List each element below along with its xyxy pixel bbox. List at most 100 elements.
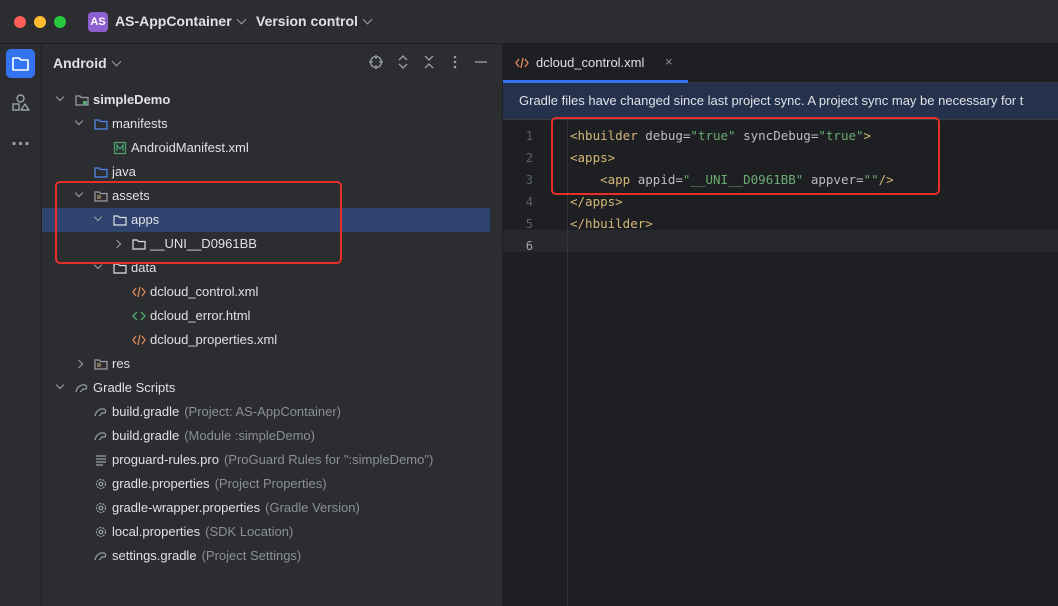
tree-node-proguard[interactable]: proguard-rules.pro (ProGuard Rules for ":… [42,448,490,472]
project-view-label: Android [53,55,107,71]
tree-label: Gradle Scripts [93,380,176,395]
tree-node-build-gradle-module[interactable]: build.gradle (Module :simpleDemo) [42,424,490,448]
code-token: </apps> [570,194,623,209]
close-icon[interactable]: × [665,54,673,69]
gradle-sync-message: Gradle files have changed since last pro… [519,93,1024,108]
tree-label: AndroidManifest.xml [131,140,249,155]
project-badge[interactable]: AS [88,12,108,32]
text-file-icon [96,455,106,466]
tree-node-manifests[interactable]: manifests [42,112,490,136]
line-number: 2 [525,151,533,165]
gradle-icon [75,384,88,393]
tree-hint: (Module :simpleDemo) [184,428,315,443]
tree-label: dcloud_error.html [150,308,251,323]
tree-label: manifests [112,116,168,131]
collapse-icon[interactable] [421,54,437,70]
structure-tool-button[interactable] [6,89,35,118]
folder-icon [12,57,29,71]
tree-node-androidmanifest[interactable]: AndroidManifest.xml [42,136,490,160]
gradle-icon [94,552,107,561]
line-number: 1 [525,129,533,143]
tree-node-gradle-scripts[interactable]: Gradle Scripts [42,376,490,400]
zoom-window-button[interactable] [54,16,66,28]
tree-hint: (SDK Location) [205,524,294,539]
tree-label: dcloud_properties.xml [150,332,278,347]
tree-hint: (Project Properties) [214,476,327,491]
version-control-label: Version control [256,13,358,29]
editor-tab-bar: dcloud_control.xml × [503,44,1058,83]
chevron-down-icon [362,14,373,25]
tree-node-gradle-wrapper[interactable]: gradle-wrapper.properties (Gradle Version… [42,496,490,520]
expand-icon[interactable] [395,54,411,70]
folder-icon [94,119,108,130]
chevron-down-icon[interactable] [74,116,84,126]
shapes-icon [12,94,30,111]
module-folder-icon [75,95,89,106]
tree-label: res [112,356,131,371]
project-tool-button[interactable] [6,49,35,78]
project-selector[interactable]: AS-AppContainer [115,13,247,29]
xml-file-icon [515,57,529,69]
tool-window-strip [0,44,42,606]
chevron-down-icon [111,56,122,67]
xml-file-icon [132,286,146,298]
tree-label: build.gradle [112,428,180,443]
chevron-down-icon[interactable] [55,380,65,390]
tree-node-res[interactable]: res [42,352,490,376]
code-line[interactable]: </apps> [570,194,623,209]
line-number: 5 [525,217,533,231]
tree-node-gradle-properties[interactable]: gradle.properties (Project Properties) [42,472,490,496]
gradle-sync-banner: Gradle files have changed since last pro… [503,83,1058,120]
tree-node-dcloud-error[interactable]: dcloud_error.html [42,304,490,328]
editor-area: dcloud_control.xml × Gradle files have c… [503,44,1058,606]
tree-node-simpledemo[interactable]: simpleDemo [42,88,490,112]
annotation-box [551,117,940,195]
chevron-down-icon[interactable] [55,92,65,102]
project-view-selector[interactable]: Android [53,55,122,71]
title-bar: AS AS-AppContainer Version control [0,0,1058,44]
tree-hint: (Project: AS-AppContainer) [184,404,342,419]
tree-label: gradle-wrapper.properties [112,500,261,515]
editor-tab-dcloud-control[interactable]: dcloud_control.xml × [503,44,688,83]
project-panel: Android simpleDemo manifests AndroidMani… [42,44,503,606]
code-line[interactable]: </hbuilder> [570,216,653,231]
tab-label: dcloud_control.xml [536,55,645,70]
tree-node-settings-gradle[interactable]: settings.gradle (Project Settings) [42,544,490,568]
gear-icon [95,526,107,538]
tree-label: dcloud_control.xml [150,284,259,299]
tree-hint: (Gradle Version) [265,500,360,515]
tree-label: settings.gradle [112,548,197,563]
tree-label: gradle.properties [112,476,210,491]
gear-icon [95,502,107,514]
current-line-highlight [503,230,1058,252]
line-number: 4 [525,195,533,209]
tree-node-local-properties[interactable]: local.properties (SDK Location) [42,520,490,544]
gradle-icon [94,408,107,417]
more-tools-button[interactable] [6,129,35,158]
annotation-box [55,181,342,264]
version-control-menu[interactable]: Version control [256,13,373,29]
tree-hint: (Project Settings) [201,548,302,563]
minimize-window-button[interactable] [34,16,46,28]
close-window-button[interactable] [14,16,26,28]
chevron-right-icon[interactable] [74,359,84,369]
html-file-icon [132,311,146,321]
tree-node-build-gradle-project[interactable]: build.gradle (Project: AS-AppContainer) [42,400,490,424]
tree-hint: (ProGuard Rules for ":simpleDemo") [223,452,434,467]
code-token: </hbuilder> [570,216,653,231]
tree-label: local.properties [112,524,201,539]
minimize-icon[interactable] [473,54,489,70]
line-number: 6 [525,239,533,253]
tree-node-dcloud-control[interactable]: dcloud_control.xml [42,280,490,304]
xml-file-icon [132,334,146,346]
tree-label: build.gradle [112,404,180,419]
folder-icon [94,167,108,178]
target-icon[interactable] [368,54,384,70]
project-name: AS-AppContainer [115,13,232,29]
chevron-down-icon [236,14,247,25]
tree-label: simpleDemo [93,92,171,107]
line-number: 3 [525,173,533,187]
manifest-file-icon [113,141,127,155]
more-vertical-icon[interactable] [447,54,463,70]
tree-node-dcloud-properties[interactable]: dcloud_properties.xml [42,328,490,352]
